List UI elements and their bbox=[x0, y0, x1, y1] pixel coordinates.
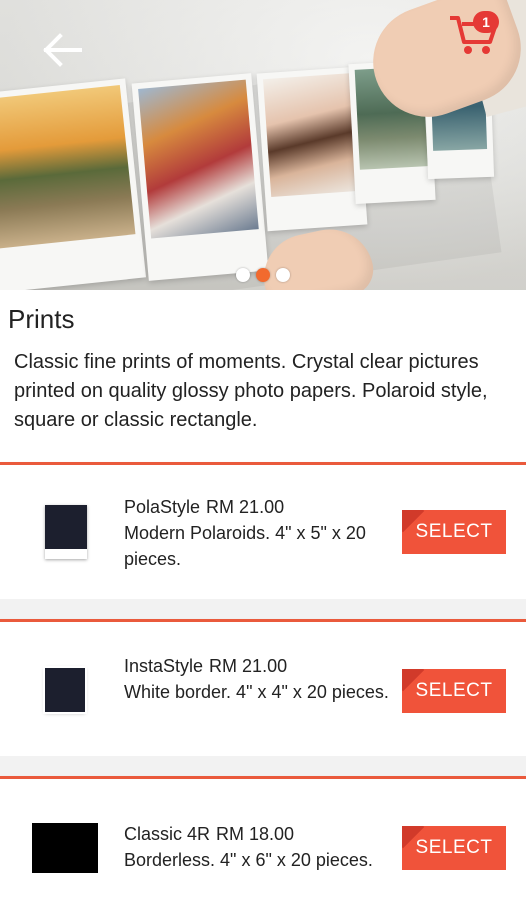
product-price: RM 21.00 bbox=[209, 656, 288, 676]
card-separator bbox=[0, 756, 526, 776]
photo-beach bbox=[0, 78, 147, 290]
polastyle-thumbnail bbox=[45, 505, 87, 559]
product-details: White border. 4" x 4" x 20 pieces. bbox=[124, 682, 389, 702]
cart-count-badge: 1 bbox=[473, 11, 499, 33]
product-card-classic-4r: Classic 4R RM 18.00 Borderless. 4" x 6" x… bbox=[0, 776, 526, 903]
select-button[interactable]: SELECT bbox=[402, 669, 506, 713]
select-button-label: SELECT bbox=[415, 837, 493, 858]
page-description: Classic fine prints of moments. Crystal … bbox=[14, 351, 488, 431]
card-separator bbox=[0, 599, 526, 619]
product-card-instastyle: InstaStyle RM 21.00 White border. 4" x 4"… bbox=[0, 619, 526, 756]
select-button[interactable]: SELECT bbox=[402, 826, 506, 870]
select-button-label: SELECT bbox=[415, 521, 493, 542]
back-button[interactable] bbox=[36, 28, 88, 72]
product-name: Classic 4R bbox=[124, 824, 211, 844]
product-price: RM 21.00 bbox=[206, 497, 285, 517]
classic-4r-thumbnail bbox=[32, 823, 98, 873]
carousel-dot[interactable] bbox=[276, 268, 290, 282]
carousel-dot[interactable] bbox=[236, 268, 250, 282]
product-name: InstaStyle bbox=[124, 656, 204, 676]
product-price: RM 18.00 bbox=[216, 824, 295, 844]
product-card-polastyle: PolaStyle RM 21.00 Modern Polaroids. 4" x… bbox=[0, 462, 526, 599]
cart-button[interactable]: 1 bbox=[446, 8, 506, 58]
page-title: Prints bbox=[8, 304, 75, 334]
arrow-left-icon bbox=[43, 33, 82, 67]
product-info: Classic 4R RM 18.00 Borderless. 4" x 6" x… bbox=[124, 821, 404, 873]
product-info: PolaStyle RM 21.00 Modern Polaroids. 4" x… bbox=[124, 494, 404, 572]
product-name: PolaStyle bbox=[124, 497, 201, 517]
select-button-label: SELECT bbox=[415, 680, 493, 701]
carousel-indicator bbox=[228, 266, 298, 284]
hero-image-carousel[interactable]: 1 bbox=[0, 0, 526, 290]
photo-donut bbox=[131, 73, 269, 281]
product-info: InstaStyle RM 21.00 White border. 4" x 4"… bbox=[124, 653, 404, 705]
product-details: Borderless. 4" x 6" x 20 pieces. bbox=[124, 850, 373, 870]
select-button[interactable]: SELECT bbox=[402, 510, 506, 554]
product-details: Modern Polaroids. 4" x 5" x 20 pieces. bbox=[124, 523, 366, 569]
carousel-dot-active[interactable] bbox=[256, 268, 270, 282]
instastyle-thumbnail bbox=[45, 668, 85, 712]
